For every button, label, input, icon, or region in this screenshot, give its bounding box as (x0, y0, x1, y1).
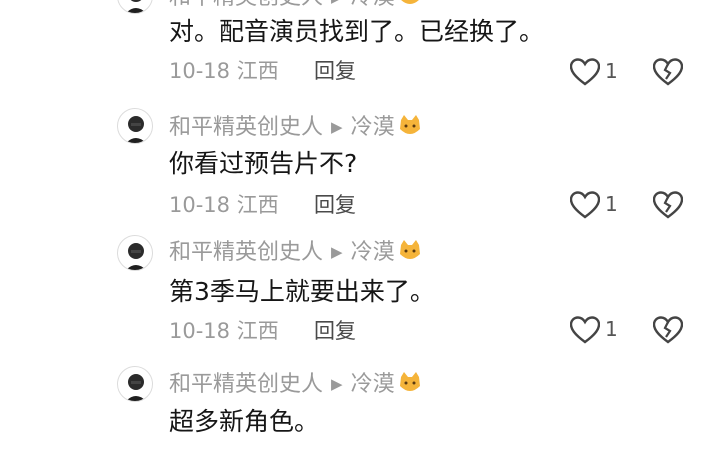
broken-heart-icon[interactable] (653, 316, 683, 344)
author-name[interactable]: 和平精英创史人 (169, 115, 323, 140)
reply-meta: 10-18 江西 回复 (169, 56, 356, 86)
reply-button[interactable]: 回复 (314, 316, 356, 346)
reply-text: 对。配音演员找到了。已经换了。 (169, 17, 545, 46)
reply-text: 第3季马上就要出来了。 (169, 277, 435, 306)
like-count: 1 (605, 317, 618, 341)
play-arrow-icon: ▶ (331, 243, 343, 261)
reply-meta: 10-18 江西 回复 (169, 190, 356, 220)
reply-target-name[interactable]: 冷漠 (351, 240, 395, 265)
cat-face-emoji (398, 372, 422, 403)
reply-author-line: 和平精英创史人 ▶ 冷漠 (169, 0, 422, 12)
broken-heart-icon[interactable] (653, 191, 683, 219)
reply-button[interactable]: 回复 (314, 56, 356, 86)
like-count: 1 (605, 59, 618, 83)
reply-text: 超多新角色。 (169, 407, 320, 436)
author-name[interactable]: 和平精英创史人 (169, 372, 323, 397)
cat-face-emoji (398, 115, 422, 146)
avatar[interactable] (117, 235, 153, 271)
avatar[interactable] (117, 108, 153, 144)
heart-outline-icon[interactable] (570, 58, 600, 86)
play-arrow-icon: ▶ (331, 118, 343, 136)
reply-text: 你看过预告片不? (169, 149, 358, 178)
reply-location: 江西 (236, 59, 279, 83)
reply-author-line: 和平精英创史人 ▶ 冷漠 (169, 369, 422, 399)
heart-outline-icon[interactable] (570, 191, 600, 219)
reply-button[interactable]: 回复 (314, 190, 356, 220)
avatar[interactable] (117, 0, 153, 14)
reply-location: 江西 (236, 193, 279, 217)
reply-date: 10-18 (169, 319, 231, 343)
avatar[interactable] (117, 366, 153, 402)
play-arrow-icon: ▶ (331, 375, 343, 393)
reply-author-line: 和平精英创史人 ▶ 冷漠 (169, 237, 422, 267)
reply-meta: 10-18 江西 回复 (169, 316, 356, 346)
play-arrow-icon: ▶ (331, 0, 343, 12)
reply-target-name[interactable]: 冷漠 (351, 0, 395, 10)
like-count: 1 (605, 192, 618, 216)
author-name[interactable]: 和平精英创史人 (169, 0, 323, 10)
reply-date: 10-18 (169, 59, 231, 83)
reply-author-line: 和平精英创史人 ▶ 冷漠 (169, 112, 422, 142)
reply-target-name[interactable]: 冷漠 (351, 115, 395, 140)
cat-face-emoji (398, 240, 422, 271)
reply-target-name[interactable]: 冷漠 (351, 372, 395, 397)
broken-heart-icon[interactable] (653, 58, 683, 86)
author-name[interactable]: 和平精英创史人 (169, 240, 323, 265)
heart-outline-icon[interactable] (570, 316, 600, 344)
reply-location: 江西 (236, 319, 279, 343)
reply-date: 10-18 (169, 193, 231, 217)
